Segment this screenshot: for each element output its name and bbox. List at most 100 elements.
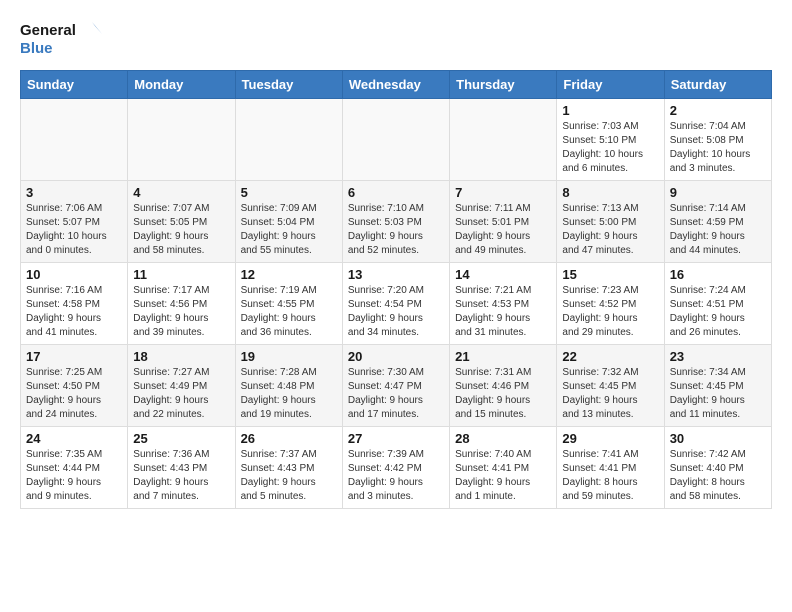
calendar-cell: 28 Sunrise: 7:40 AM Sunset: 4:41 PM Dayli… xyxy=(450,427,557,509)
day-info: Sunrise: 7:10 AM Sunset: 5:03 PM Dayligh… xyxy=(348,202,444,258)
day-info: Sunrise: 7:42 AM Sunset: 4:40 PM Dayligh… xyxy=(670,448,766,504)
day-info: Sunrise: 7:34 AM Sunset: 4:45 PM Dayligh… xyxy=(670,366,766,422)
day-info: Sunrise: 7:03 AM Sunset: 5:10 PM Dayligh… xyxy=(562,120,658,176)
calendar: SundayMondayTuesdayWednesdayThursdayFrid… xyxy=(20,70,772,509)
svg-text:Blue: Blue xyxy=(20,40,53,57)
day-info: Sunrise: 7:21 AM Sunset: 4:53 PM Dayligh… xyxy=(455,284,551,340)
weekday-header: Friday xyxy=(557,71,664,99)
day-number: 8 xyxy=(562,185,658,200)
calendar-cell: 25 Sunrise: 7:36 AM Sunset: 4:43 PM Dayli… xyxy=(128,427,235,509)
calendar-cell: 17 Sunrise: 7:25 AM Sunset: 4:50 PM Dayli… xyxy=(21,345,128,427)
calendar-cell: 5 Sunrise: 7:09 AM Sunset: 5:04 PM Daylig… xyxy=(235,181,342,263)
day-info: Sunrise: 7:17 AM Sunset: 4:56 PM Dayligh… xyxy=(133,284,229,340)
day-info: Sunrise: 7:07 AM Sunset: 5:05 PM Dayligh… xyxy=(133,202,229,258)
day-info: Sunrise: 7:35 AM Sunset: 4:44 PM Dayligh… xyxy=(26,448,122,504)
calendar-cell: 14 Sunrise: 7:21 AM Sunset: 4:53 PM Dayli… xyxy=(450,263,557,345)
day-info: Sunrise: 7:36 AM Sunset: 4:43 PM Dayligh… xyxy=(133,448,229,504)
day-info: Sunrise: 7:37 AM Sunset: 4:43 PM Dayligh… xyxy=(241,448,337,504)
calendar-cell: 10 Sunrise: 7:16 AM Sunset: 4:58 PM Dayli… xyxy=(21,263,128,345)
day-info: Sunrise: 7:31 AM Sunset: 4:46 PM Dayligh… xyxy=(455,366,551,422)
calendar-cell: 13Sunrise: 7:20 AM Sunset: 4:54 PM Dayli… xyxy=(342,263,449,345)
calendar-cell: 12Sunrise: 7:19 AM Sunset: 4:55 PM Dayli… xyxy=(235,263,342,345)
calendar-cell: 15Sunrise: 7:23 AM Sunset: 4:52 PM Dayli… xyxy=(557,263,664,345)
calendar-cell: 6Sunrise: 7:10 AM Sunset: 5:03 PM Daylig… xyxy=(342,181,449,263)
svg-text:General: General xyxy=(20,22,76,39)
day-info: Sunrise: 7:28 AM Sunset: 4:48 PM Dayligh… xyxy=(241,366,337,422)
day-info: Sunrise: 7:09 AM Sunset: 5:04 PM Dayligh… xyxy=(241,202,337,258)
calendar-cell: 18 Sunrise: 7:27 AM Sunset: 4:49 PM Dayli… xyxy=(128,345,235,427)
day-info: Sunrise: 7:41 AM Sunset: 4:41 PM Dayligh… xyxy=(562,448,658,504)
calendar-cell: 20 Sunrise: 7:30 AM Sunset: 4:47 PM Dayli… xyxy=(342,345,449,427)
day-number: 3 xyxy=(26,185,122,200)
calendar-cell: 29 Sunrise: 7:41 AM Sunset: 4:41 PM Dayli… xyxy=(557,427,664,509)
day-number: 1 xyxy=(562,103,658,118)
calendar-week-row: 1 Sunrise: 7:03 AM Sunset: 5:10 PM Daylig… xyxy=(21,99,772,181)
day-info: Sunrise: 7:23 AM Sunset: 4:52 PM Dayligh… xyxy=(562,284,658,340)
calendar-cell xyxy=(128,99,235,181)
calendar-week-row: 3 Sunrise: 7:06 AM Sunset: 5:07 PM Daylig… xyxy=(21,181,772,263)
day-number: 5 xyxy=(241,185,337,200)
calendar-cell: 3 Sunrise: 7:06 AM Sunset: 5:07 PM Daylig… xyxy=(21,181,128,263)
day-number: 18 xyxy=(133,349,229,364)
calendar-cell: 7Sunrise: 7:11 AM Sunset: 5:01 PM Daylig… xyxy=(450,181,557,263)
day-number: 21 xyxy=(455,349,551,364)
day-number: 22 xyxy=(562,349,658,364)
day-number: 17 xyxy=(26,349,122,364)
day-number: 4 xyxy=(133,185,229,200)
day-info: Sunrise: 7:19 AM Sunset: 4:55 PM Dayligh… xyxy=(241,284,337,340)
calendar-cell: 27 Sunrise: 7:39 AM Sunset: 4:42 PM Dayli… xyxy=(342,427,449,509)
day-number: 11 xyxy=(133,267,229,282)
calendar-cell xyxy=(450,99,557,181)
header: GeneralBlue xyxy=(20,16,772,60)
weekday-header: Saturday xyxy=(664,71,771,99)
weekday-header: Sunday xyxy=(21,71,128,99)
calendar-cell: 30 Sunrise: 7:42 AM Sunset: 4:40 PM Dayli… xyxy=(664,427,771,509)
day-number: 14 xyxy=(455,267,551,282)
day-number: 20 xyxy=(348,349,444,364)
day-number: 29 xyxy=(562,431,658,446)
calendar-cell: 19 Sunrise: 7:28 AM Sunset: 4:48 PM Dayli… xyxy=(235,345,342,427)
weekday-header: Thursday xyxy=(450,71,557,99)
calendar-week-row: 10 Sunrise: 7:16 AM Sunset: 4:58 PM Dayli… xyxy=(21,263,772,345)
day-info: Sunrise: 7:27 AM Sunset: 4:49 PM Dayligh… xyxy=(133,366,229,422)
calendar-week-row: 24Sunrise: 7:35 AM Sunset: 4:44 PM Dayli… xyxy=(21,427,772,509)
day-number: 13 xyxy=(348,267,444,282)
day-info: Sunrise: 7:39 AM Sunset: 4:42 PM Dayligh… xyxy=(348,448,444,504)
day-info: Sunrise: 7:24 AM Sunset: 4:51 PM Dayligh… xyxy=(670,284,766,340)
day-info: Sunrise: 7:13 AM Sunset: 5:00 PM Dayligh… xyxy=(562,202,658,258)
calendar-cell: 21 Sunrise: 7:31 AM Sunset: 4:46 PM Dayli… xyxy=(450,345,557,427)
day-info: Sunrise: 7:30 AM Sunset: 4:47 PM Dayligh… xyxy=(348,366,444,422)
day-number: 27 xyxy=(348,431,444,446)
calendar-cell: 4 Sunrise: 7:07 AM Sunset: 5:05 PM Daylig… xyxy=(128,181,235,263)
page: GeneralBlue SundayMondayTuesdayWednesday… xyxy=(0,0,792,525)
day-info: Sunrise: 7:11 AM Sunset: 5:01 PM Dayligh… xyxy=(455,202,551,258)
calendar-cell: 9 Sunrise: 7:14 AM Sunset: 4:59 PM Daylig… xyxy=(664,181,771,263)
day-number: 9 xyxy=(670,185,766,200)
calendar-cell xyxy=(235,99,342,181)
weekday-header: Tuesday xyxy=(235,71,342,99)
day-number: 2 xyxy=(670,103,766,118)
day-number: 30 xyxy=(670,431,766,446)
calendar-week-row: 17 Sunrise: 7:25 AM Sunset: 4:50 PM Dayli… xyxy=(21,345,772,427)
day-number: 10 xyxy=(26,267,122,282)
calendar-cell: 8 Sunrise: 7:13 AM Sunset: 5:00 PM Daylig… xyxy=(557,181,664,263)
day-info: Sunrise: 7:06 AM Sunset: 5:07 PM Dayligh… xyxy=(26,202,122,258)
day-number: 25 xyxy=(133,431,229,446)
day-info: Sunrise: 7:40 AM Sunset: 4:41 PM Dayligh… xyxy=(455,448,551,504)
logo-svg: GeneralBlue xyxy=(20,16,105,60)
day-info: Sunrise: 7:25 AM Sunset: 4:50 PM Dayligh… xyxy=(26,366,122,422)
day-number: 28 xyxy=(455,431,551,446)
day-number: 19 xyxy=(241,349,337,364)
weekday-header: Monday xyxy=(128,71,235,99)
day-info: Sunrise: 7:14 AM Sunset: 4:59 PM Dayligh… xyxy=(670,202,766,258)
calendar-cell: 22Sunrise: 7:32 AM Sunset: 4:45 PM Dayli… xyxy=(557,345,664,427)
day-number: 16 xyxy=(670,267,766,282)
calendar-cell: 24Sunrise: 7:35 AM Sunset: 4:44 PM Dayli… xyxy=(21,427,128,509)
day-number: 23 xyxy=(670,349,766,364)
day-info: Sunrise: 7:04 AM Sunset: 5:08 PM Dayligh… xyxy=(670,120,766,176)
calendar-cell: 16 Sunrise: 7:24 AM Sunset: 4:51 PM Dayli… xyxy=(664,263,771,345)
day-number: 26 xyxy=(241,431,337,446)
calendar-cell xyxy=(342,99,449,181)
logo: GeneralBlue xyxy=(20,16,105,60)
day-info: Sunrise: 7:16 AM Sunset: 4:58 PM Dayligh… xyxy=(26,284,122,340)
